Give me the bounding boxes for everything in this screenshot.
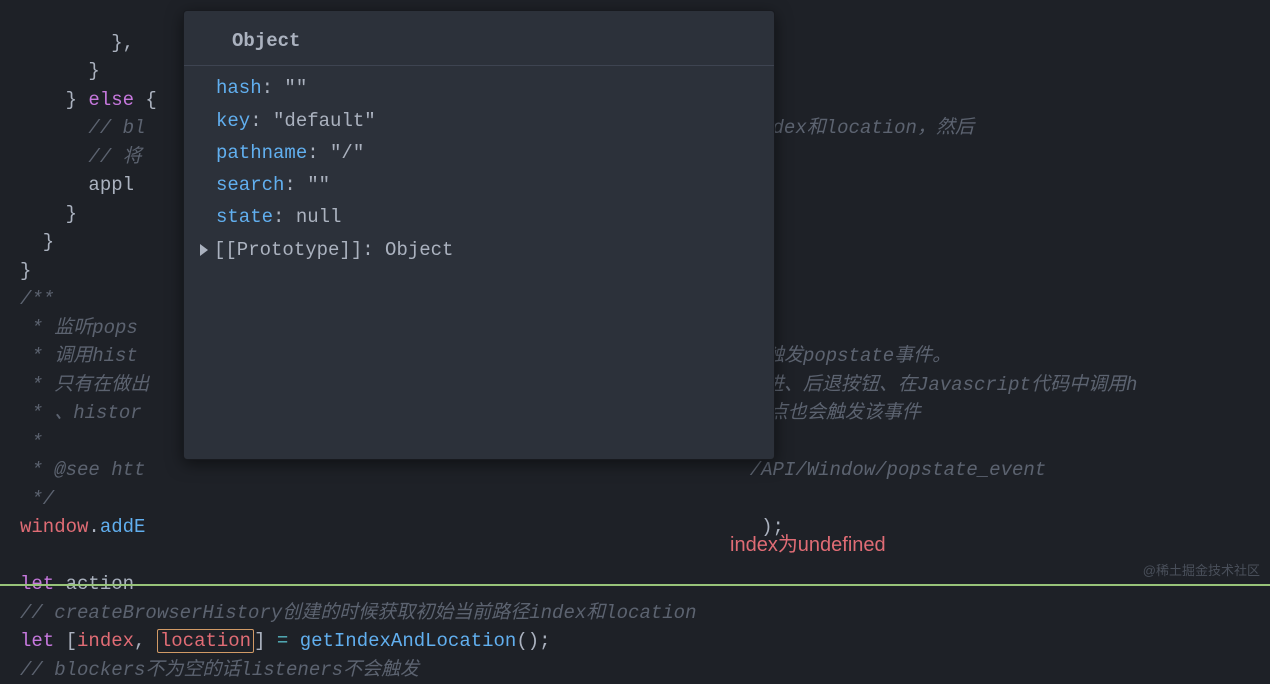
code-line: // 将 — [20, 146, 142, 168]
tooltip-property-state[interactable]: state: null — [184, 201, 774, 233]
tooltip-property-pathname[interactable]: pathname: "/" — [184, 137, 774, 169]
code-line: } — [20, 60, 100, 82]
highlighted-variable: location — [157, 629, 254, 653]
code-line: window.addE ); — [20, 516, 784, 538]
code-line: // createBrowserHistory创建的时候获取初始当前路径inde… — [20, 602, 696, 624]
code-line: /** — [20, 288, 54, 310]
code-line: } — [20, 231, 54, 253]
code-line: // blockers不为空的话listeners不会触发 — [20, 659, 419, 681]
tooltip-prototype[interactable]: [[Prototype]]: Object — [184, 234, 774, 266]
code-line: * 监听pops — [20, 317, 138, 339]
tooltip-property-search[interactable]: search: "" — [184, 169, 774, 201]
tooltip-property-hash[interactable]: hash: "" — [184, 72, 774, 104]
code-line: } — [20, 203, 77, 225]
tooltip-property-key[interactable]: key: "default" — [184, 105, 774, 137]
annotation-text: index为undefined — [730, 530, 886, 560]
watermark: @稀土掘金技术社区 — [1143, 561, 1260, 581]
code-line: */ — [20, 488, 54, 510]
code-line: * @see htt /API/Window/popstate_event — [20, 459, 1046, 481]
code-line: }, — [20, 32, 134, 54]
code-line: let [index, location] = getIndexAndLocat… — [20, 629, 551, 653]
expand-icon[interactable] — [200, 244, 208, 256]
code-line: } — [20, 260, 31, 282]
code-line: * — [20, 431, 43, 453]
tooltip-header: Object — [184, 21, 774, 66]
code-line: } else { — [20, 89, 157, 111]
debug-tooltip[interactable]: Object hash: "" key: "default" pathname:… — [183, 10, 775, 460]
code-line: appl — [20, 174, 134, 196]
